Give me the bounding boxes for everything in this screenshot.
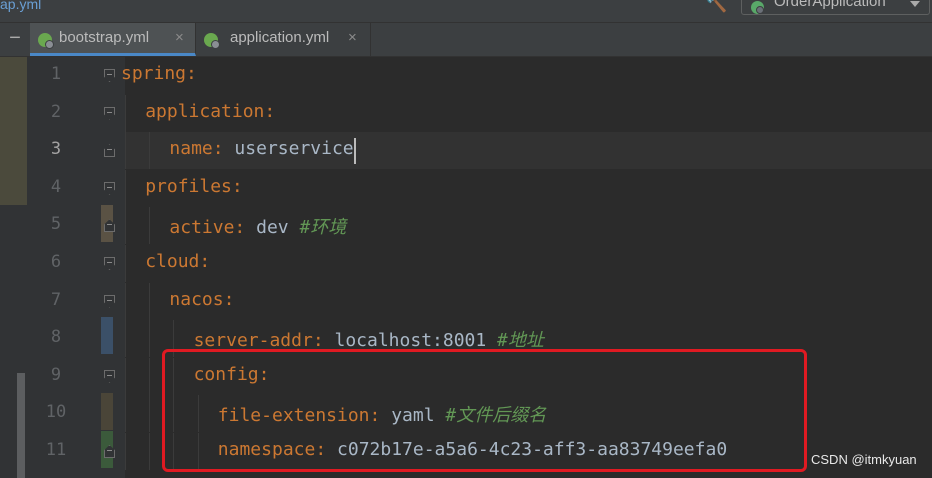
line-number: 3 [50, 139, 62, 160]
code-text: active: dev #环境 [169, 213, 346, 239]
line-number: 4 [50, 176, 62, 197]
yaml-key: active [169, 217, 235, 239]
fold-open-icon[interactable] [104, 69, 115, 82]
chevron-down-icon [910, 1, 920, 7]
fold-close-icon[interactable] [104, 144, 115, 158]
yaml-colon: : [234, 217, 246, 239]
yaml-key: profiles [145, 175, 232, 197]
indent-guide [149, 320, 151, 358]
tab-application-yml[interactable]: application.yml × [196, 23, 371, 56]
annotation-highlight-box [162, 349, 807, 472]
yaml-key: cloud [145, 251, 200, 272]
yaml-value: userservice [223, 138, 354, 160]
indent-guide [149, 132, 151, 170]
code-text: name: userservice [169, 138, 353, 159]
yaml-colon: : [199, 251, 211, 272]
yaml-key: spring [121, 63, 187, 84]
yaml-key: application [145, 100, 265, 122]
code-text: nacos: [169, 289, 234, 310]
code-line[interactable]: 1 spring: [0, 57, 932, 94]
yaml-colon: : [264, 100, 276, 122]
code-text: spring: [121, 63, 197, 84]
code-line[interactable]: 5 active: dev #环境 [0, 207, 932, 245]
spring-boot-icon [751, 1, 764, 14]
tab-bootstrap-yml[interactable]: bootstrap.yml × [30, 23, 196, 56]
line-number: 6 [50, 252, 62, 272]
line-number: 10 [45, 402, 67, 423]
run-configuration-label: OrderApplication [774, 0, 886, 10]
yaml-value: dev [245, 217, 300, 239]
indent-guide [149, 357, 151, 395]
indent-guide [149, 282, 151, 320]
yaml-key: nacos [169, 288, 224, 310]
line-number: 1 [50, 64, 62, 84]
indent-guide [125, 320, 126, 358]
code-line[interactable]: 2 application: [0, 94, 932, 132]
code-text: profiles: [145, 176, 243, 197]
fold-close-icon[interactable] [104, 445, 115, 458]
line-number: 11 [45, 440, 67, 460]
breadcrumb[interactable]: ap.yml [0, 0, 41, 12]
spring-yaml-file-icon [204, 33, 220, 49]
editor-tab-bar: − bootstrap.yml × application.yml × [0, 23, 932, 57]
fold-open-icon[interactable] [104, 181, 115, 195]
indent-guide [149, 395, 151, 433]
run-configuration-dropdown[interactable]: OrderApplication [741, 0, 930, 15]
yaml-colon: : [223, 288, 235, 310]
code-line[interactable]: 6 cloud: [0, 245, 932, 282]
indent-guide [125, 282, 126, 320]
indent-guide [125, 207, 126, 245]
line-number: 8 [50, 327, 62, 348]
fold-open-icon[interactable] [104, 106, 115, 120]
minus-icon[interactable]: − [0, 23, 30, 56]
fold-open-icon[interactable] [104, 257, 115, 270]
line-number: 7 [50, 289, 62, 310]
yaml-comment: #环境 [299, 217, 347, 239]
yaml-key: name [169, 138, 213, 160]
code-line[interactable]: 4 profiles: [0, 169, 932, 207]
fold-open-icon[interactable] [104, 369, 115, 383]
indent-guide [125, 132, 126, 170]
indent-guide [149, 207, 151, 245]
yaml-colon: : [212, 138, 224, 160]
watermark: CSDN @itmkyuan [811, 452, 917, 467]
code-text: application: [145, 101, 275, 122]
line-number: 2 [50, 101, 62, 122]
indent-guide [125, 357, 126, 395]
yaml-colon: : [231, 175, 243, 197]
spring-yaml-file-icon [38, 33, 54, 49]
line-number: 5 [50, 214, 62, 235]
indent-guide [125, 94, 126, 132]
tab-label: bootstrap.yml [59, 29, 150, 46]
build-hammer-icon[interactable]: 🔨 [706, 0, 728, 13]
indent-guide [125, 433, 126, 470]
top-toolbar: ap.yml 🔨 OrderApplication [0, 0, 932, 23]
code-line[interactable]: 3 name: userservice [0, 132, 932, 170]
yaml-colon: : [186, 63, 197, 84]
indent-guide [125, 245, 126, 282]
code-text: cloud: [145, 251, 210, 272]
code-editor[interactable]: 1 spring: 2 application: 3 name: userservice 4… [0, 57, 932, 478]
fold-open-icon[interactable] [104, 294, 115, 308]
close-icon[interactable]: × [348, 29, 357, 46]
code-line[interactable]: 7 nacos: [0, 282, 932, 320]
indent-guide [149, 433, 151, 470]
close-icon[interactable]: × [175, 29, 184, 46]
line-number: 9 [50, 364, 62, 385]
tab-label: application.yml [230, 29, 330, 46]
text-caret [354, 138, 356, 165]
indent-guide [125, 169, 126, 207]
fold-close-icon[interactable] [104, 219, 115, 233]
indent-guide [125, 395, 126, 433]
